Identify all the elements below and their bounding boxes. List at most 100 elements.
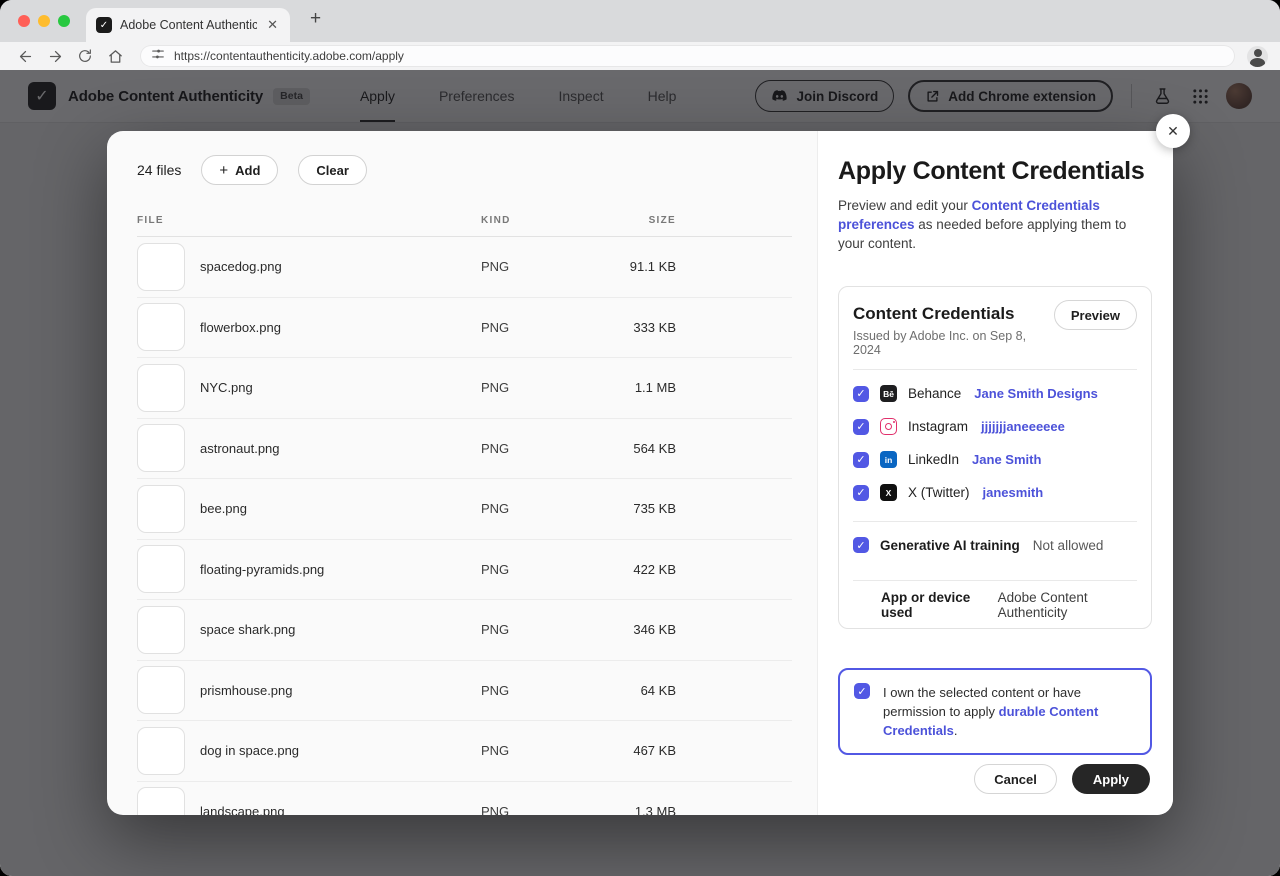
modal-close-button[interactable]: ✕ [1156,114,1190,148]
file-size: 1.3 MB [634,803,676,815]
file-table-row[interactable]: bee.png PNG 735 KB [137,479,792,540]
dog-in-space-thumbnail [137,726,185,775]
pyramids-thumbnail [137,545,185,594]
file-name: bee.png [200,501,247,517]
account-handle-link[interactable]: janesmith [983,485,1044,500]
consent-checkbox[interactable]: ✓ [854,683,870,699]
panel-description: Preview and edit your Content Credential… [838,198,1127,251]
bee-flower-thumbnail [137,484,185,533]
browser-toolbar: https://contentauthenticity.adobe.com/ap… [0,42,1280,70]
forward-icon[interactable] [42,44,68,68]
nyc-skyline-thumbnail [137,363,185,412]
app-device-value: Adobe Content Authenticity [997,589,1088,620]
file-table-row[interactable]: landscape.png PNG 1.3 MB [137,782,792,815]
zoom-window-button[interactable] [58,15,70,27]
add-files-button[interactable]: + Add [201,155,279,185]
file-kind: PNG [481,259,510,275]
preview-button[interactable]: Preview [1053,300,1137,330]
file-kind: PNG [481,561,510,577]
home-icon[interactable] [102,44,128,68]
platform-name: X (Twitter) [908,485,970,500]
file-table-row[interactable]: NYC.png PNG 1.1 MB [137,358,792,419]
account-handle-link[interactable]: Jane Smith [972,452,1041,467]
generative-ai-value: Not allowed [1032,537,1104,553]
file-kind: PNG [481,501,510,517]
consent-card: ✓ I own the selected content or have per… [838,668,1152,755]
file-name: prismhouse.png [200,682,293,698]
issued-by-text: Issued by Adobe Inc. on Sep 8, 2024 [853,329,1027,357]
space-shark-thumbnail [137,605,185,654]
file-table-row[interactable]: astronaut.png PNG 564 KB [137,419,792,479]
file-kind: PNG [481,622,510,638]
file-table-row[interactable]: prismhouse.png PNG 64 KB [137,661,792,721]
file-table-row[interactable]: spacedog.png PNG 91.1 KB [137,237,792,298]
file-name: floating-pyramids.png [200,561,325,577]
browser-tab[interactable]: ✓ Adobe Content Authenticity ✕ [86,8,290,42]
file-size: 1.1 MB [634,380,676,396]
file-table-row[interactable]: flowerbox.png PNG 333 KB [137,298,792,358]
platform-name: Instagram [908,419,969,434]
apply-credentials-modal: 24 files + Add Clear FILE KIND SIZE spac… [107,131,1173,815]
account-checkbox[interactable]: ✓ [853,385,869,402]
tab-favicon-icon: ✓ [96,17,112,33]
apply-button[interactable]: Apply [1071,764,1150,794]
file-table-row[interactable]: space shark.png PNG 346 KB [137,600,792,661]
window-controls [18,15,70,27]
x-twitter-icon: X [880,484,897,501]
account-checkbox[interactable]: ✓ [853,451,869,468]
file-name: astronaut.png [200,440,280,456]
site-settings-icon[interactable] [151,47,165,66]
address-bar[interactable]: https://contentauthenticity.adobe.com/ap… [140,45,1235,67]
account-row: ✓ X X (Twitter) janesmith [853,476,1137,509]
file-size: 64 KB [640,682,676,698]
file-kind: PNG [481,743,510,759]
app-device-label: App or device used [881,589,971,620]
file-table-row[interactable]: dog in space.png PNG 467 KB [137,721,792,782]
account-checkbox[interactable]: ✓ [853,484,869,501]
file-size: 564 KB [633,440,676,456]
browser-profile-avatar[interactable] [1247,45,1268,67]
account-handle-link[interactable]: jjjjjjjaneeeeee [981,419,1065,434]
credentials-panel: Apply Content Credentials Preview and ed… [817,131,1173,815]
account-checkbox[interactable]: ✓ [853,418,869,435]
cancel-button[interactable]: Cancel [974,764,1057,794]
file-name: space shark.png [200,622,296,638]
file-size: 735 KB [633,501,676,517]
browser-window: ✓ Adobe Content Authenticity ✕ + https:/… [0,0,1280,876]
minimize-window-button[interactable] [38,15,50,27]
account-list: ✓ Bē Behance Jane Smith Designs ✓ Instag… [853,370,1137,509]
platform-name: Behance [908,386,962,401]
files-toolbar: 24 files + Add Clear [137,155,792,185]
instagram-icon [880,418,897,435]
account-row: ✓ in LinkedIn Jane Smith [853,443,1137,476]
page: ✓ Adobe Content Authenticity Beta ApplyP… [0,70,1280,876]
panel-footer: Cancel Apply [974,764,1150,794]
tab-close-icon[interactable]: ✕ [265,17,280,33]
back-icon[interactable] [12,44,38,68]
file-kind: PNG [481,682,510,698]
close-window-button[interactable] [18,15,30,27]
content-credentials-card: Content Credentials Issued by Adobe Inc.… [838,286,1152,629]
column-file: FILE [137,215,164,226]
file-table-row[interactable]: floating-pyramids.png PNG 422 KB [137,540,792,600]
file-name: dog in space.png [200,743,300,759]
astronaut-thumbnail [137,424,185,473]
behance-icon: Bē [880,385,897,402]
file-name: flowerbox.png [200,319,281,335]
platform-name: LinkedIn [908,452,960,467]
account-handle-link[interactable]: Jane Smith Designs [974,386,1098,401]
column-size: SIZE [648,215,676,226]
new-tab-button[interactable]: + [310,9,321,28]
landscape-thumbnail [137,787,185,815]
generative-ai-checkbox[interactable]: ✓ [853,537,869,553]
file-kind: PNG [481,803,510,815]
linkedin-icon: in [880,451,897,468]
flower-box-thumbnail [137,303,185,352]
generative-ai-row: ✓ Generative AI training Not allowed [853,522,1137,568]
file-kind: PNG [481,380,510,396]
clear-files-button[interactable]: Clear [298,155,367,185]
generative-ai-label: Generative AI training [880,537,1020,553]
reload-icon[interactable] [72,44,98,68]
credentials-card-title: Content Credentials [853,304,1015,323]
file-table-body: spacedog.png PNG 91.1 KB flowerbox.png P… [137,237,792,815]
